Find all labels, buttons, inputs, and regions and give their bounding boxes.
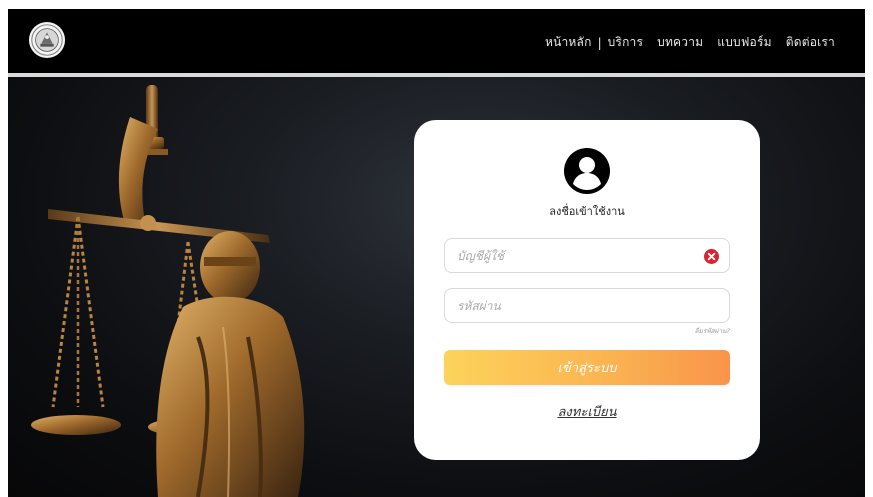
password-input[interactable] (445, 289, 729, 322)
login-card: ลงชื่อเข้าใช้งาน ลืมรหัสผ่าน? เข้าสู่ระบ… (414, 120, 760, 460)
site-logo-emblem[interactable] (28, 21, 66, 59)
nav-contact[interactable]: ติดต่อเรา (786, 33, 835, 52)
main-nav: หน้าหลัก | บริการ บทความ แบบฟอร์ม ติดต่อ… (545, 33, 835, 52)
nav-services[interactable]: บริการ (608, 33, 644, 52)
login-button[interactable]: เข้าสู่ระบบ (444, 350, 730, 385)
lady-justice-statue-image (31, 85, 305, 497)
clear-x-icon[interactable] (704, 249, 719, 264)
nav-separator: | (597, 35, 602, 50)
forgot-password-link[interactable]: ลืมรหัสผ่าน? (695, 326, 730, 336)
nav-articles[interactable]: บทความ (657, 33, 703, 52)
page-frame: หน้าหลัก | บริการ บทความ แบบฟอร์ม ติดต่อ… (8, 9, 865, 497)
register-link[interactable]: ลงทะเบียน (414, 401, 760, 422)
nav-forms[interactable]: แบบฟอร์ม (717, 33, 771, 52)
password-field (444, 288, 730, 323)
login-title: ลงชื่อเข้าใช้งาน (549, 205, 625, 218)
nav-home[interactable]: หน้าหลัก (545, 33, 592, 52)
username-field (444, 238, 730, 273)
username-input[interactable] (445, 239, 729, 272)
top-navigation-bar: หน้าหลัก | บริการ บทความ แบบฟอร์ม ติดต่อ… (8, 9, 865, 73)
user-circle-icon (564, 148, 610, 194)
